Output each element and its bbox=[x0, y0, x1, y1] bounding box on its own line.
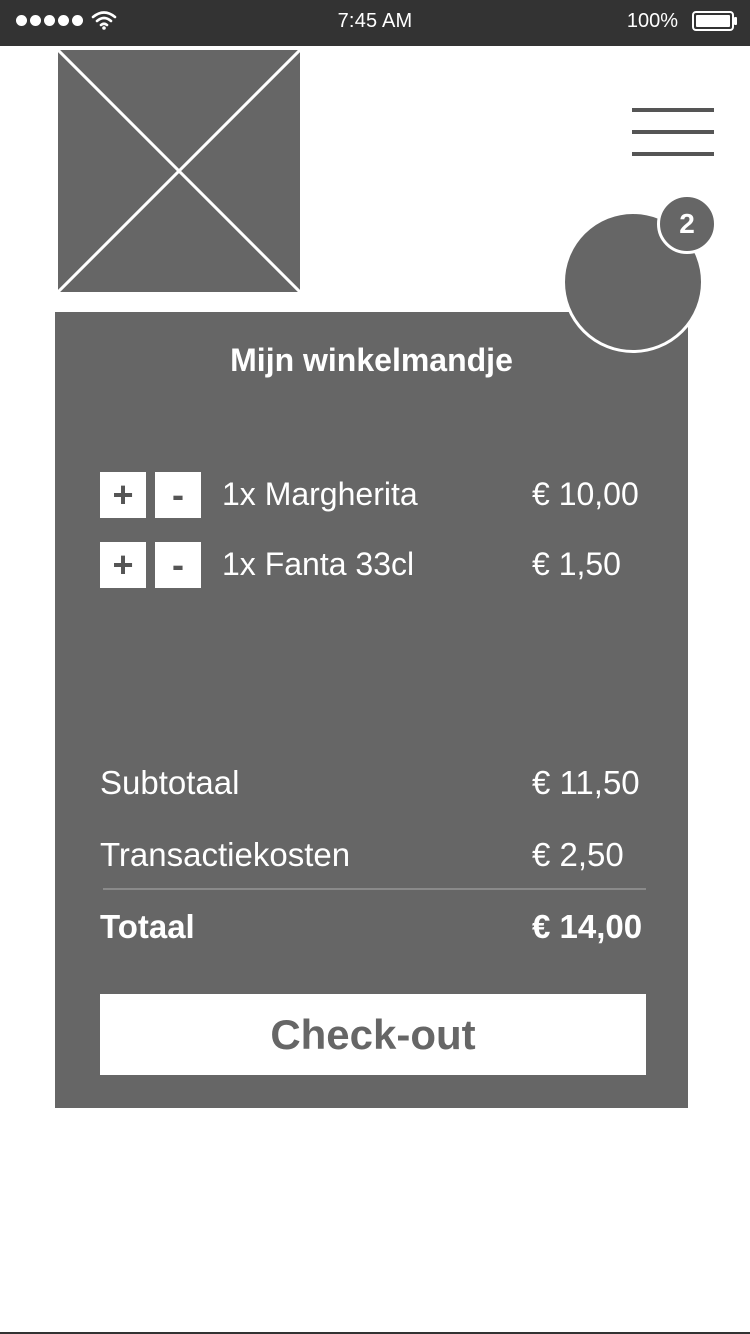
cart-panel: Mijn winkelmandje + - 1x Margherita € 10… bbox=[55, 312, 688, 1108]
decrease-quantity-button[interactable]: - bbox=[155, 542, 201, 588]
item-name: 1x Margherita bbox=[222, 476, 418, 512]
decrease-quantity-button[interactable]: - bbox=[155, 472, 201, 518]
subtotal-row: Subtotaal € 11,50 bbox=[100, 764, 648, 804]
logo-placeholder-image bbox=[56, 48, 302, 294]
total-row: Totaal € 14,00 bbox=[100, 908, 648, 948]
summary-divider bbox=[103, 888, 646, 890]
subtotal-value: € 11,50 bbox=[532, 764, 640, 801]
cart-count-badge: 2 bbox=[657, 194, 717, 254]
checkout-button[interactable]: Check-out bbox=[100, 994, 646, 1075]
increase-quantity-button[interactable]: + bbox=[100, 542, 146, 588]
hamburger-menu-icon[interactable] bbox=[632, 108, 714, 156]
subtotal-label: Subtotaal bbox=[100, 764, 240, 801]
cart-title: Mijn winkelmandje bbox=[230, 342, 513, 378]
increase-quantity-button[interactable]: + bbox=[100, 472, 146, 518]
total-value: € 14,00 bbox=[532, 908, 643, 945]
total-label: Totaal bbox=[100, 908, 195, 945]
transaction-fee-row: Transactiekosten € 2,50 bbox=[100, 836, 648, 876]
item-name: 1x Fanta 33cl bbox=[222, 546, 415, 582]
battery-percentage: 100% bbox=[626, 10, 678, 32]
cart-item: + - 1x Fanta 33cl € 1,50 bbox=[100, 542, 645, 588]
status-bar: 7:45 AM 100% bbox=[0, 0, 750, 46]
item-price: € 10,00 bbox=[532, 476, 639, 512]
transaction-fee-value: € 2,50 bbox=[532, 836, 624, 873]
item-price: € 1,50 bbox=[532, 546, 621, 582]
cart-item: + - 1x Margherita € 10,00 bbox=[100, 472, 645, 518]
transaction-fee-label: Transactiekosten bbox=[100, 836, 351, 873]
battery-icon bbox=[692, 11, 737, 31]
